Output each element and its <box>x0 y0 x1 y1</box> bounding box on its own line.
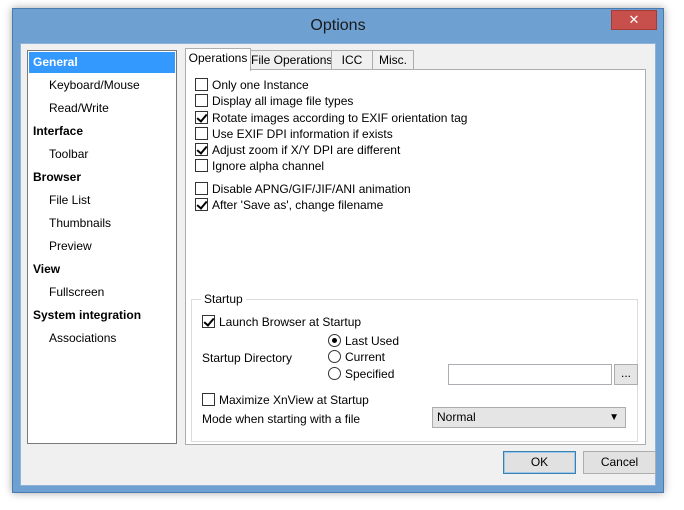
checkbox-box[interactable] <box>195 78 208 91</box>
checkbox-box[interactable] <box>202 393 215 406</box>
nav-item-toolbar[interactable]: Toolbar <box>29 144 175 165</box>
tab-operations[interactable]: Operations <box>185 48 251 71</box>
radio-last-used-label: Last Used <box>345 333 400 348</box>
option-label: Disable APNG/GIF/JIF/ANI animation <box>212 181 411 196</box>
option-label: Ignore alpha channel <box>212 158 325 173</box>
mode-select[interactable]: Normal ▼ <box>432 407 626 428</box>
startup-directory-label: Startup Directory <box>202 351 293 365</box>
option-checkbox-7[interactable]: After 'Save as', change filename <box>195 197 383 212</box>
checkbox-box[interactable] <box>195 182 208 195</box>
nav-item-interface[interactable]: Interface <box>29 121 175 142</box>
nav-item-preview[interactable]: Preview <box>29 236 175 257</box>
option-label: Use EXIF DPI information if exists <box>212 126 393 141</box>
startup-legend: Startup <box>201 292 246 306</box>
maximize-checkbox[interactable]: Maximize XnView at Startup <box>202 392 369 407</box>
checkbox-box[interactable] <box>202 315 215 328</box>
tab-file-operations[interactable]: File Operations <box>250 50 332 70</box>
dialog-client: General Keyboard/Mouse Read/Write Interface… <box>20 43 656 486</box>
option-label: After 'Save as', change filename <box>212 197 384 212</box>
mode-select-value: Normal <box>437 410 476 424</box>
option-label: Adjust zoom if X/Y DPI are different <box>212 142 401 157</box>
checkbox-box[interactable] <box>195 127 208 140</box>
radio-specified-label: Specified <box>345 366 395 381</box>
tab-misc[interactable]: Misc. <box>372 50 414 70</box>
checkbox-box[interactable] <box>195 198 208 211</box>
title-bar[interactable]: Options ✕ <box>13 9 663 45</box>
launch-browser-checkbox[interactable]: Launch Browser at Startup <box>202 314 361 329</box>
option-label: Only one Instance <box>212 77 309 92</box>
option-label: Rotate images according to EXIF orientat… <box>212 110 468 125</box>
chevron-down-icon: ▼ <box>609 412 619 423</box>
nav-item-read-write[interactable]: Read/Write <box>29 98 175 119</box>
checkbox-box[interactable] <box>195 94 208 107</box>
nav-item-system-integration[interactable]: System integration <box>29 305 175 326</box>
radio-last-used[interactable]: Last Used <box>328 333 399 348</box>
launch-browser-label: Launch Browser at Startup <box>219 314 362 329</box>
nav-item-associations[interactable]: Associations <box>29 328 175 349</box>
nav-item-fullscreen[interactable]: Fullscreen <box>29 282 175 303</box>
nav-item-view[interactable]: View <box>29 259 175 280</box>
option-checkbox-1[interactable]: Display all image file types <box>195 93 353 108</box>
radio-specified[interactable]: Specified <box>328 366 394 381</box>
nav-item-general[interactable]: General <box>29 52 175 73</box>
cancel-button[interactable]: Cancel <box>583 451 656 474</box>
option-checkbox-3[interactable]: Use EXIF DPI information if exists <box>195 126 393 141</box>
checkbox-box[interactable] <box>195 111 208 124</box>
option-label: Display all image file types <box>212 93 354 108</box>
browse-button[interactable]: ... <box>614 364 638 385</box>
operations-panel: Only one Instance Display all image file … <box>185 69 646 445</box>
option-checkbox-6[interactable]: Disable APNG/GIF/JIF/ANI animation <box>195 181 411 196</box>
option-checkbox-0[interactable]: Only one Instance <box>195 77 309 92</box>
nav-item-thumbnails[interactable]: Thumbnails <box>29 213 175 234</box>
close-button[interactable]: ✕ <box>611 10 657 30</box>
nav-item-file-list[interactable]: File List <box>29 190 175 211</box>
checkbox-box[interactable] <box>195 159 208 172</box>
tab-icc[interactable]: ICC <box>331 50 373 70</box>
option-checkbox-5[interactable]: Ignore alpha channel <box>195 158 324 173</box>
options-window: Options ✕ General Keyboard/Mouse Read/Writ… <box>12 8 664 493</box>
option-checkbox-2[interactable]: Rotate images according to EXIF orientat… <box>195 110 467 125</box>
radio-button[interactable] <box>328 350 341 363</box>
startup-group: Startup Launch Browser at Startup Startu… <box>191 292 638 442</box>
category-tree[interactable]: General Keyboard/Mouse Read/Write Interface… <box>27 50 177 444</box>
maximize-label: Maximize XnView at Startup <box>219 392 369 407</box>
nav-item-keyboard-mouse[interactable]: Keyboard/Mouse <box>29 75 175 96</box>
radio-current-label: Current <box>345 349 386 364</box>
window-title: Options <box>310 17 366 34</box>
ok-button[interactable]: OK <box>503 451 576 474</box>
option-checkbox-4[interactable]: Adjust zoom if X/Y DPI are different <box>195 142 400 157</box>
close-icon: ✕ <box>628 12 640 27</box>
radio-button[interactable] <box>328 334 341 347</box>
radio-button[interactable] <box>328 367 341 380</box>
radio-current[interactable]: Current <box>328 349 385 364</box>
mode-label: Mode when starting with a file <box>202 412 361 426</box>
specified-directory-input[interactable] <box>448 364 612 385</box>
checkbox-box[interactable] <box>195 143 208 156</box>
nav-item-browser[interactable]: Browser <box>29 167 175 188</box>
